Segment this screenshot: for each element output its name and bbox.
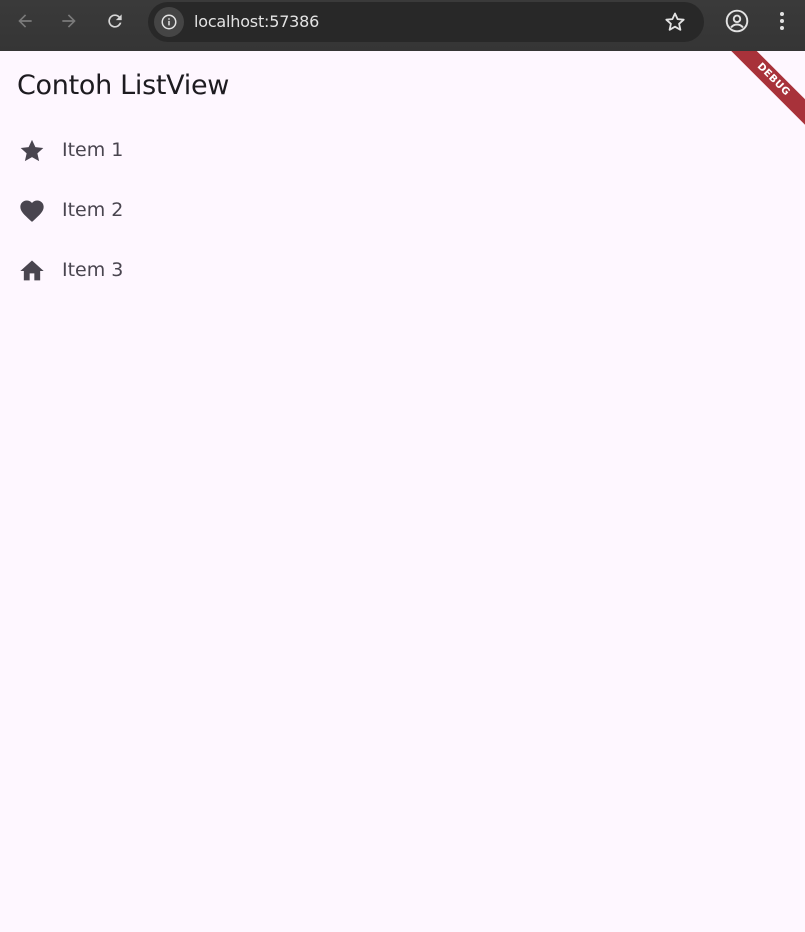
debug-banner: DEBUG (724, 51, 805, 129)
url-text[interactable]: localhost:57386 (194, 12, 319, 31)
bookmark-button[interactable] (663, 10, 687, 34)
heart-icon (20, 200, 44, 222)
arrow-right-icon (62, 14, 76, 28)
list-item-label: Item 1 (62, 139, 124, 161)
app-bar-title: Contoh ListView (17, 70, 230, 101)
profile-button[interactable] (724, 8, 750, 34)
reload-icon (108, 14, 122, 28)
browser-menu-button[interactable] (770, 8, 794, 34)
list-item-3[interactable]: Item 3 (0, 240, 805, 300)
kebab-menu-icon (780, 12, 784, 30)
star-outline-icon (665, 12, 685, 31)
app-viewport: Contoh ListView Item 1 Item 2 Item 3 DEB… (0, 51, 805, 932)
list-item-1[interactable]: Item 1 (0, 120, 805, 180)
star-icon (20, 139, 44, 162)
home-icon (20, 260, 44, 281)
list-view: Item 1 Item 2 Item 3 (0, 120, 805, 300)
forward-button[interactable] (52, 8, 86, 34)
list-item-label: Item 3 (62, 259, 124, 281)
back-button[interactable] (8, 8, 42, 34)
browser-toolbar: localhost:57386 (0, 0, 805, 51)
reload-button[interactable] (98, 8, 132, 34)
site-info-button[interactable] (154, 7, 184, 37)
address-bar[interactable]: localhost:57386 (148, 2, 704, 42)
list-item-label: Item 2 (62, 199, 124, 221)
profile-icon (725, 9, 749, 33)
list-item-2[interactable]: Item 2 (0, 180, 805, 240)
info-icon (161, 14, 177, 30)
arrow-left-icon (18, 14, 32, 28)
